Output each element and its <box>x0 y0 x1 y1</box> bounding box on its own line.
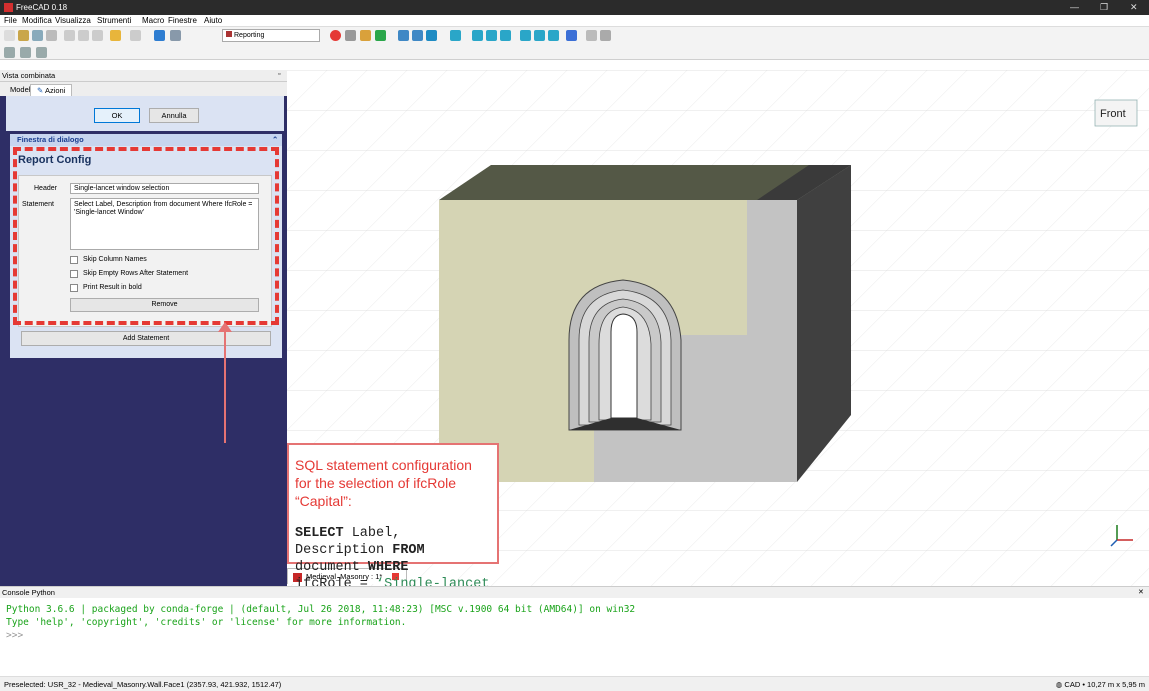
title-bar: FreeCAD 0.18 — ❐ ✕ <box>0 0 1149 15</box>
tab-azioni[interactable]: ✎ Azioni <box>30 84 73 96</box>
sql-keyword-where: WHERE <box>367 560 409 575</box>
pencil-icon: ✎ <box>37 86 44 95</box>
save-icon[interactable] <box>32 30 43 41</box>
mouse-icon: ◍ <box>1055 680 1063 689</box>
fit-selection-icon[interactable] <box>412 30 423 41</box>
dialog-header[interactable]: Finestra di dialogo ⌃ <box>10 134 282 146</box>
panel-tabs: Modello ✎ Azioni <box>0 82 287 96</box>
nav-cube-label: Front <box>1100 108 1126 120</box>
copy-icon[interactable] <box>78 30 89 41</box>
open-file-icon[interactable] <box>18 30 29 41</box>
task-buttons-box <box>6 96 284 131</box>
new-file-icon[interactable] <box>4 30 15 41</box>
cancel-button[interactable]: Annulla <box>149 108 199 123</box>
menu-macro[interactable]: Macro <box>142 16 164 25</box>
status-bar: Preselected: USR_32 - Medieval_Masonry.W… <box>0 676 1149 691</box>
refresh-icon[interactable] <box>154 30 165 41</box>
view-rear-icon[interactable] <box>520 30 531 41</box>
menu-visualizza[interactable]: Visualizza <box>55 16 91 25</box>
close-icon[interactable]: ✕ <box>1130 2 1138 13</box>
dialog-title: Finestra di dialogo <box>17 135 84 144</box>
macro-edit-icon[interactable] <box>360 30 371 41</box>
draw-style-icon[interactable] <box>426 30 437 41</box>
part-icon[interactable] <box>586 30 597 41</box>
callout-line-2: “Capital”: <box>295 493 352 509</box>
paste-icon[interactable] <box>92 30 103 41</box>
combo-view-title: Vista combinata <box>2 71 56 80</box>
sql-callout: SQL statement configuration for the sele… <box>287 443 499 609</box>
workbench-selector[interactable]: Reporting <box>222 29 320 42</box>
highlight-dashed-box <box>13 147 279 325</box>
maximize-icon[interactable]: ❐ <box>1100 2 1108 13</box>
report-export-icon[interactable] <box>36 47 47 58</box>
reporting-toolbar <box>0 44 1149 60</box>
macro-run-icon[interactable] <box>375 30 386 41</box>
sql-text-2: document <box>295 560 368 575</box>
macro-record-icon[interactable] <box>330 30 341 41</box>
menu-strumenti[interactable]: Strumenti <box>97 16 131 25</box>
menu-modifica[interactable]: Modifica <box>22 16 52 25</box>
fit-all-icon[interactable] <box>398 30 409 41</box>
macro-stop-icon[interactable] <box>345 30 356 41</box>
menu-aiuto[interactable]: Aiuto <box>204 16 222 25</box>
console-header: Console Python ✕ <box>0 586 1149 598</box>
report-icon[interactable] <box>4 47 15 58</box>
freecad-logo-icon <box>4 3 13 12</box>
view-left-icon[interactable] <box>548 30 559 41</box>
workbench-label: Reporting <box>234 32 265 39</box>
callout-arrow-line <box>224 330 226 443</box>
reporting-icon <box>226 31 232 37</box>
console-line-2: Type 'help', 'copyright', 'credits' or '… <box>6 617 407 628</box>
cut-icon[interactable] <box>64 30 75 41</box>
minimize-icon[interactable]: — <box>1070 2 1079 12</box>
measure-icon[interactable] <box>566 30 577 41</box>
undock-icon[interactable]: ▫ <box>278 71 280 78</box>
navigation-style-status[interactable]: ◍ CAD • 10,27 m x 5,95 m <box>1056 680 1145 689</box>
window-title: FreeCAD 0.18 <box>16 3 68 12</box>
ok-button[interactable]: OK <box>94 108 140 123</box>
undo-icon[interactable] <box>110 30 121 41</box>
console-line-1: Python 3.6.6 | packaged by conda-forge |… <box>6 604 636 615</box>
console-close-icon[interactable]: ✕ <box>1138 588 1144 596</box>
menu-file[interactable]: File <box>4 16 17 25</box>
view-top-icon[interactable] <box>486 30 497 41</box>
callout-line-1: SQL statement configuration for the sele… <box>295 457 472 491</box>
view-iso-icon[interactable] <box>450 30 461 41</box>
whats-this-icon[interactable] <box>170 30 181 41</box>
print-icon[interactable] <box>46 30 57 41</box>
arrow-up-icon <box>218 322 232 332</box>
tab-azioni-label: Azioni <box>44 86 66 95</box>
main-toolbar: Reporting <box>0 27 1149 44</box>
view-right-icon[interactable] <box>500 30 511 41</box>
group-folder-icon[interactable] <box>600 30 611 41</box>
report-edit-icon[interactable] <box>20 47 31 58</box>
python-console[interactable]: Python 3.6.6 | packaged by conda-forge |… <box>0 598 1149 676</box>
status-preselected: Preselected: USR_32 - Medieval_Masonry.W… <box>4 680 282 689</box>
view-front-icon[interactable] <box>472 30 483 41</box>
sql-keyword-from: FROM <box>392 543 425 558</box>
combo-view-header: Vista combinata ▫ <box>0 70 287 82</box>
collapse-icon[interactable]: ⌃ <box>272 135 278 144</box>
navigation-style-label: CAD • 10,27 m x 5,95 m <box>1064 680 1145 689</box>
window-opening <box>610 313 638 419</box>
menu-finestre[interactable]: Finestre <box>168 16 197 25</box>
console-title: Console Python <box>2 588 55 597</box>
menu-bar: File Modifica Visualizza Strumenti Macro… <box>0 15 1149 27</box>
redo-icon[interactable] <box>130 30 141 41</box>
view-bottom-icon[interactable] <box>534 30 545 41</box>
console-prompt: >>> <box>6 630 24 641</box>
add-statement-button[interactable]: Add Statement <box>21 331 271 346</box>
sql-keyword-select: SELECT <box>295 526 344 541</box>
